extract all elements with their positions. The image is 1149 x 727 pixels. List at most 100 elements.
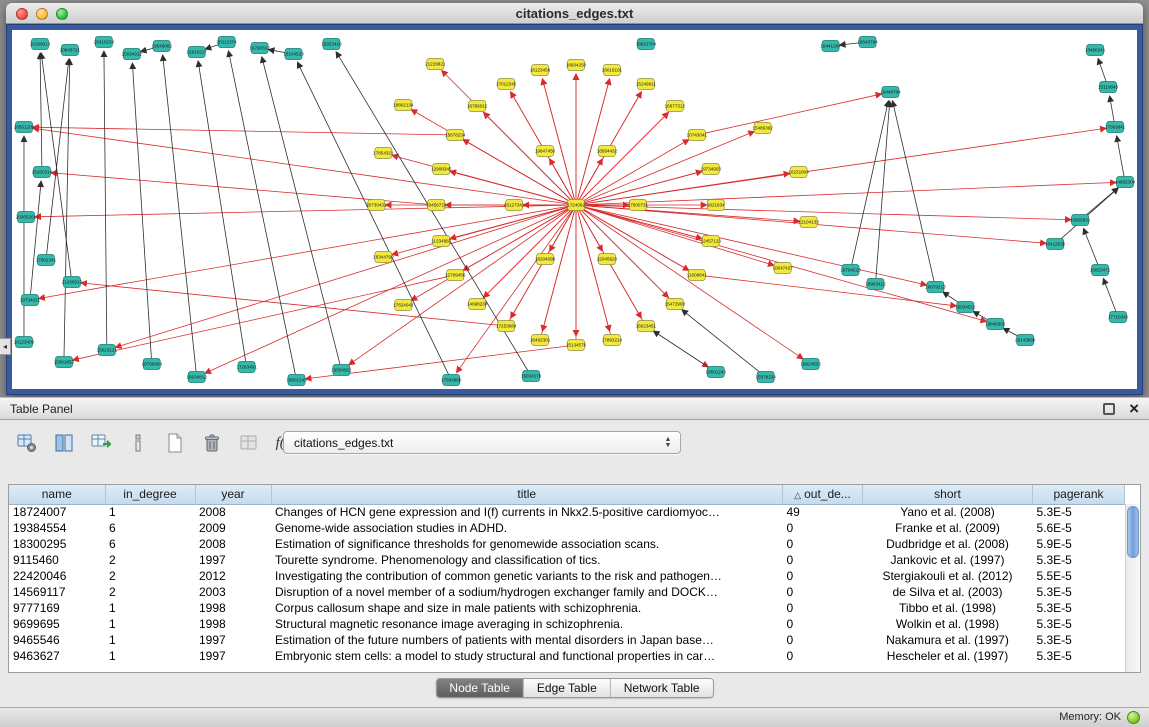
graph-node[interactable]: 19734021 [20, 295, 41, 306]
graph-node[interactable]: 21260913 [62, 277, 83, 288]
graph-node[interactable]: 18034512 [955, 302, 976, 313]
graph-node[interactable]: 19546082 [152, 41, 173, 52]
table-row[interactable]: 946362711997Embryonic stem cells: a mode… [9, 648, 1125, 664]
graph-node[interactable]: 15486392 [752, 123, 773, 134]
graph-node[interactable]: 15472908 [665, 299, 686, 310]
tab-edge-table[interactable]: Edge Table [523, 679, 610, 697]
graph-node[interactable]: 16034921 [331, 365, 352, 376]
graph-node[interactable]: 16412035 [1045, 239, 1066, 250]
delete-icon[interactable] [199, 430, 225, 456]
graph-node[interactable]: 16023451 [636, 321, 657, 332]
table-row[interactable]: 911546021997Tourette syndrome. Phenomeno… [9, 552, 1125, 568]
graph-node[interactable]: 20643721 [60, 45, 81, 56]
graph-node[interactable]: 16709384 [142, 359, 163, 370]
graph-node[interactable]: 20561209 [14, 122, 35, 133]
graph-node[interactable]: 16648794 [857, 37, 878, 48]
graph-node[interactable]: 19501243 [706, 367, 727, 378]
graph-node[interactable]: 16123409 [14, 337, 35, 348]
graph-node[interactable]: 20730431 [366, 200, 387, 211]
graph-node[interactable]: 18631704 [636, 39, 657, 50]
graph-node[interactable]: 13480241 [1085, 45, 1106, 56]
graph-node[interactable]: 1821634 [707, 200, 725, 211]
graph-node[interactable]: 10743041 [687, 130, 708, 141]
network-graph[interactable]: 1724062182163412457123116098411547290816… [12, 30, 1137, 389]
graph-node[interactable]: 17710345 [1108, 312, 1129, 323]
tab-network-table[interactable]: Network Table [610, 679, 713, 697]
graph-node[interactable]: 18204098 [535, 254, 556, 265]
float-panel-icon[interactable] [1103, 403, 1115, 415]
graph-node[interactable]: 15249611 [636, 79, 656, 90]
graph-node[interactable]: 16677312 [665, 101, 686, 112]
graph-node[interactable]: 15923410 [321, 39, 342, 50]
graph-node[interactable]: 17854321 [373, 148, 394, 159]
table-row[interactable]: 1456911722003Disruption of a novel membe… [9, 584, 1125, 600]
graph-node[interactable]: 18448794 [880, 87, 901, 98]
graph-node[interactable]: 18310234 [94, 37, 115, 48]
graph-node[interactable]: 15134576 [566, 340, 587, 351]
graph-node[interactable]: 16794213 [840, 265, 861, 276]
graph-node[interactable]: 17093841 [1105, 122, 1126, 133]
graph-node[interactable]: 18924502 [800, 359, 821, 370]
graph-node[interactable]: 17624043 [393, 300, 414, 311]
graph-node[interactable]: 14698230 [467, 299, 488, 310]
table-scrollbar-thumb[interactable] [1127, 506, 1139, 558]
graph-node[interactable]: 18104523 [283, 49, 304, 60]
graph-node[interactable]: 17902341 [36, 255, 57, 266]
new-document-icon[interactable] [162, 430, 188, 456]
graph-node[interactable]: 1724062 [567, 200, 585, 211]
graph-node[interactable]: 12908345 [431, 164, 452, 175]
column-header-title[interactable]: title [271, 485, 783, 504]
column-header-in_degree[interactable]: in_degree [105, 485, 195, 504]
graph-node[interactable]: 15978234 [755, 372, 776, 383]
graph-node[interactable]: 14982304 [1115, 177, 1136, 188]
graph-node[interactable]: 10456723 [426, 200, 447, 211]
table-settings-icon[interactable] [14, 430, 40, 456]
tab-node-table[interactable]: Node Table [436, 679, 523, 697]
graph-node[interactable]: 16823471 [1090, 265, 1111, 276]
graph-node[interactable]: 12610217 [186, 47, 207, 58]
graph-node[interactable]: 18993412 [865, 279, 886, 290]
graph-node[interactable]: 19034812 [186, 372, 207, 383]
table-row[interactable]: 1830029562008Estimation of significance … [9, 536, 1125, 552]
graph-node[interactable]: 19441204 [820, 41, 841, 52]
graph-node[interactable]: 26127341 [504, 200, 525, 211]
graph-node[interactable]: 11234987 [431, 236, 451, 247]
graph-node[interactable]: 18901243 [286, 375, 307, 386]
graph-node[interactable]: 17634980 [441, 375, 462, 386]
graph-node[interactable]: 16790312 [249, 43, 270, 54]
column-header-short[interactable]: short [863, 485, 1033, 504]
graph-node[interactable]: 19847450 [535, 146, 556, 157]
graph-node[interactable]: 16492301 [530, 335, 551, 346]
graph-node[interactable]: 10647427 [772, 263, 793, 274]
graph-node[interactable]: 15955831 [1070, 215, 1091, 226]
graph-node[interactable]: 17893214 [602, 335, 623, 346]
graph-node[interactable]: 16789012 [467, 101, 488, 112]
column-header-pagerank[interactable]: pagerank [1033, 485, 1125, 504]
merge-column-icon[interactable] [125, 430, 151, 456]
graph-node[interactable]: 16344790 [373, 252, 394, 263]
export-table-icon[interactable] [88, 430, 114, 456]
table-scrollbar[interactable] [1125, 504, 1140, 672]
panel-collapse-arrow[interactable]: ◂ [0, 338, 11, 355]
table-row[interactable]: 946554611997Estimation of the future num… [9, 632, 1125, 648]
graph-node[interactable]: 15023121 [97, 345, 118, 356]
graph-node[interactable]: 16679213 [925, 282, 946, 293]
graph-node[interactable]: 17000731 [628, 200, 649, 211]
import-table-icon[interactable] [236, 430, 262, 456]
graph-node[interactable]: 17263401 [236, 362, 257, 373]
table-row[interactable]: 977716911998Corpus callosum shape and si… [9, 600, 1125, 616]
graph-node[interactable]: 18016101 [602, 65, 623, 76]
graph-node[interactable]: 15034912 [122, 49, 143, 60]
graph-node[interactable]: 15901853 [54, 357, 75, 368]
graph-node[interactable]: 18584432 [597, 146, 618, 157]
graph-node[interactable]: 16231604 [788, 167, 809, 178]
graph-node[interactable]: 20365201 [16, 212, 37, 223]
graph-node[interactable]: 25260314 [32, 167, 53, 178]
graph-node[interactable]: 12789456 [445, 270, 466, 281]
graph-node[interactable]: 12104133 [798, 217, 819, 228]
graph-node[interactable]: 18802134 [393, 100, 414, 111]
graph-node[interactable]: 16199013 [30, 39, 51, 50]
graph-node[interactable]: 20112374 [217, 37, 237, 48]
column-header-name[interactable]: name [9, 485, 105, 504]
network-canvas[interactable]: 1724062182163412457123116098411547290816… [12, 30, 1137, 389]
